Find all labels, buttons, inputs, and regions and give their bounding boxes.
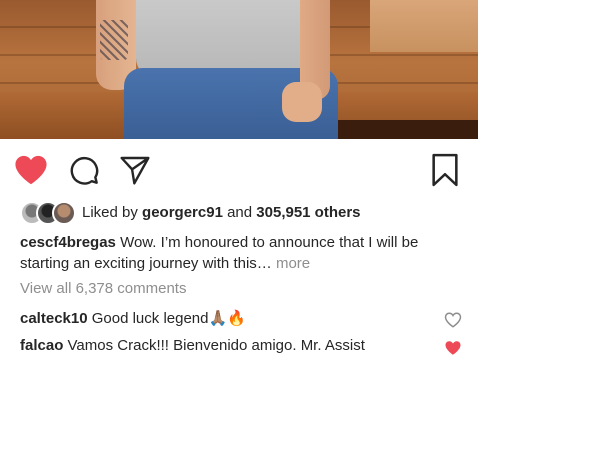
comment-icon (70, 157, 99, 185)
avatar (52, 201, 76, 225)
liked-by-joiner: and (227, 203, 253, 221)
liked-by-others[interactable]: 305,951 others (256, 204, 360, 221)
liked-by-prefix: Liked by (82, 203, 138, 221)
save-button[interactable] (428, 153, 462, 187)
likes-summary[interactable]: Liked by georgerc91 and 305,951 others (20, 200, 361, 225)
comment-like-button[interactable] (444, 339, 462, 357)
comment-username[interactable]: calteck10 (20, 310, 88, 327)
arm-tattoo (100, 20, 128, 60)
bookmark-icon (432, 153, 458, 187)
heart-outline-icon (444, 312, 462, 328)
share-icon (120, 156, 150, 185)
comment-text: Good luck legend🙏🏽🔥 (91, 310, 246, 327)
view-all-comments-link[interactable]: View all 6,378 comments (20, 280, 186, 297)
like-button[interactable] (14, 153, 48, 187)
heart-icon (15, 155, 47, 185)
person-hand (282, 82, 322, 122)
caption-username[interactable]: cescf4bregas (20, 234, 116, 251)
post-image[interactable] (0, 0, 478, 139)
wall-panel (370, 0, 478, 52)
caption-more-link[interactable]: more (276, 255, 310, 272)
post-caption: cescf4bregas Wow. I’m honoured to announ… (20, 232, 440, 274)
post-actions-bar (0, 139, 478, 197)
comment-text: Vamos Crack!!! Bienvenido amigo. Mr. Ass… (67, 337, 365, 354)
comment-like-button[interactable] (444, 311, 462, 329)
liker-avatars (20, 201, 76, 225)
heart-filled-icon (445, 341, 461, 355)
comment-row: falcao Vamos Crack!!! Bienvenido amigo. … (20, 337, 365, 354)
comment-username[interactable]: falcao (20, 337, 63, 354)
comment-button[interactable] (67, 153, 101, 187)
liked-by-user[interactable]: georgerc91 (142, 204, 223, 221)
share-button[interactable] (118, 153, 152, 187)
person-shirt (136, 0, 304, 78)
comment-row: calteck10 Good luck legend🙏🏽🔥 (20, 309, 246, 327)
